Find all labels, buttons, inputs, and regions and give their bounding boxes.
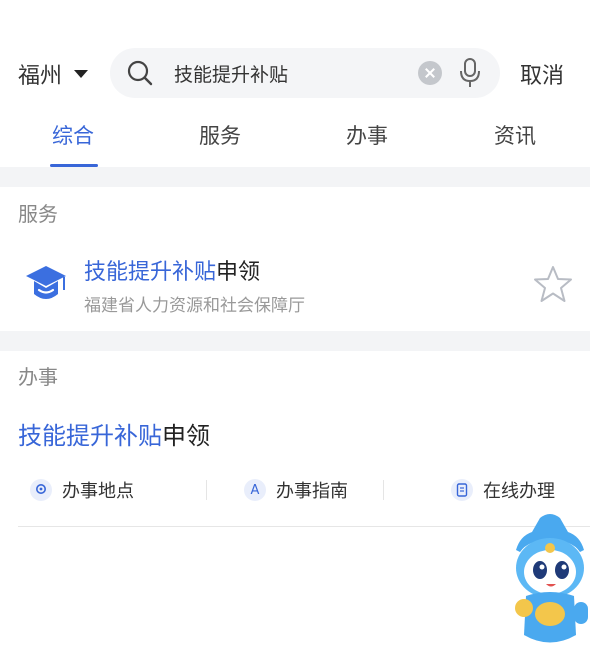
affairs-section-label: 办事 xyxy=(18,365,58,389)
action-location[interactable]: 办事地点 xyxy=(30,476,134,504)
document-icon xyxy=(451,479,473,501)
service-title[interactable]: 技能提升补贴申领 xyxy=(84,254,260,286)
section-divider-2 xyxy=(0,331,590,351)
microphone-icon[interactable] xyxy=(458,57,482,89)
tab-affairs[interactable]: 办事 xyxy=(346,120,388,150)
clear-icon[interactable] xyxy=(418,61,442,85)
guide-icon: A xyxy=(244,479,266,501)
city-label: 福州 xyxy=(18,64,63,89)
affair-title-rest: 申领 xyxy=(162,422,210,450)
action-separator-2 xyxy=(383,480,384,500)
search-box[interactable] xyxy=(110,48,500,98)
section-divider xyxy=(0,167,590,187)
search-icon xyxy=(127,60,153,86)
tab-news[interactable]: 资讯 xyxy=(494,120,536,150)
action-guide[interactable]: A 办事指南 xyxy=(244,476,348,504)
search-header: 福州 取消 xyxy=(0,48,590,100)
cancel-button[interactable]: 取消 xyxy=(520,58,564,90)
divider-line xyxy=(18,526,590,527)
action-location-label: 办事地点 xyxy=(62,481,134,502)
service-provider: 福建省人力资源和社会保障厅 xyxy=(84,296,305,316)
result-tabs: 综合 服务 办事 资讯 xyxy=(0,108,590,168)
star-icon[interactable] xyxy=(532,264,574,304)
affair-title-keyword: 技能提升补贴 xyxy=(18,422,162,450)
action-online-label: 在线办理 xyxy=(483,481,555,502)
graduation-cap-icon xyxy=(26,266,66,299)
tab-services[interactable]: 服务 xyxy=(199,120,241,150)
city-selector[interactable]: 福州 xyxy=(18,58,89,90)
service-title-rest: 申领 xyxy=(216,260,261,285)
service-section-label: 服务 xyxy=(18,202,58,226)
action-guide-label: 办事指南 xyxy=(276,481,348,502)
action-online[interactable]: 在线办理 xyxy=(451,476,555,504)
chevron-down-icon xyxy=(74,70,89,78)
service-title-keyword: 技能提升补贴 xyxy=(84,260,217,285)
action-separator xyxy=(206,480,207,500)
search-input[interactable] xyxy=(174,56,404,90)
tab-all[interactable]: 综合 xyxy=(52,120,94,150)
mascot-robot-icon[interactable] xyxy=(510,510,590,655)
affair-title[interactable]: 技能提升补贴申领 xyxy=(18,416,210,451)
location-icon xyxy=(30,479,52,501)
